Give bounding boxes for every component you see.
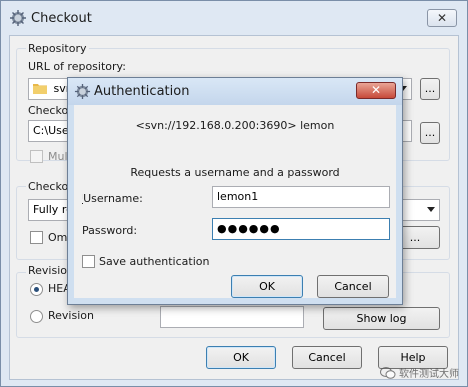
auth-body: <svn://192.168.0.200:3690> lemon Request…: [74, 105, 396, 298]
url-label: URL of repository:: [28, 60, 126, 73]
auth-message: Requests a username and a password: [130, 166, 340, 179]
close-button[interactable]: ✕: [427, 9, 457, 27]
wechat-icon: [380, 366, 396, 379]
save-auth-label: Save authentication: [99, 255, 210, 268]
watermark-text: 软件测试大师: [399, 369, 459, 380]
dir-browse-button[interactable]: ...: [420, 122, 440, 144]
checkout-window: Checkout ✕ Repository URL of repository:…: [0, 0, 468, 387]
ok-button[interactable]: OK: [206, 346, 276, 369]
revision-input[interactable]: [160, 306, 304, 328]
username-label: UUsername:: [82, 192, 143, 205]
password-label: Password:: [82, 224, 138, 237]
head-radio[interactable]: [30, 283, 43, 296]
save-auth-checkbox[interactable]: [82, 255, 95, 268]
username-input[interactable]: lemon1: [212, 186, 390, 208]
auth-title: Authentication: [94, 84, 190, 99]
password-input[interactable]: ●●●●●●: [212, 218, 390, 240]
watermark: 软件测试大师: [380, 365, 459, 380]
revision-label: Revision: [48, 309, 94, 322]
revision-radio[interactable]: [30, 310, 43, 323]
cancel-button[interactable]: Cancel: [292, 346, 362, 369]
tortoise-svn-icon: [10, 10, 26, 26]
auth-titlebar: Authentication ✕: [68, 78, 402, 105]
auth-close-button[interactable]: ✕: [356, 82, 396, 99]
omit-externals-checkbox[interactable]: [30, 231, 43, 244]
tortoise-svn-icon: [74, 83, 91, 100]
username-label-text: Username:: [83, 192, 143, 205]
chevron-down-icon[interactable]: [427, 207, 435, 212]
show-log-button[interactable]: Show log: [323, 307, 440, 330]
auth-cancel-button[interactable]: Cancel: [317, 275, 389, 298]
folder-icon: [33, 84, 47, 94]
checkout-titlebar: Checkout ✕: [1, 1, 467, 35]
multi-checkbox[interactable]: [30, 150, 43, 163]
window-title: Checkout: [31, 10, 92, 26]
repository-group-label: Repository: [26, 42, 89, 55]
url-browse-button[interactable]: ...: [420, 78, 440, 100]
auth-ok-button[interactable]: OK: [231, 275, 303, 298]
authentication-dialog: Authentication ✕ <svn://192.168.0.200:36…: [67, 77, 403, 305]
auth-realm: <svn://192.168.0.200:3690> lemon: [135, 119, 335, 132]
